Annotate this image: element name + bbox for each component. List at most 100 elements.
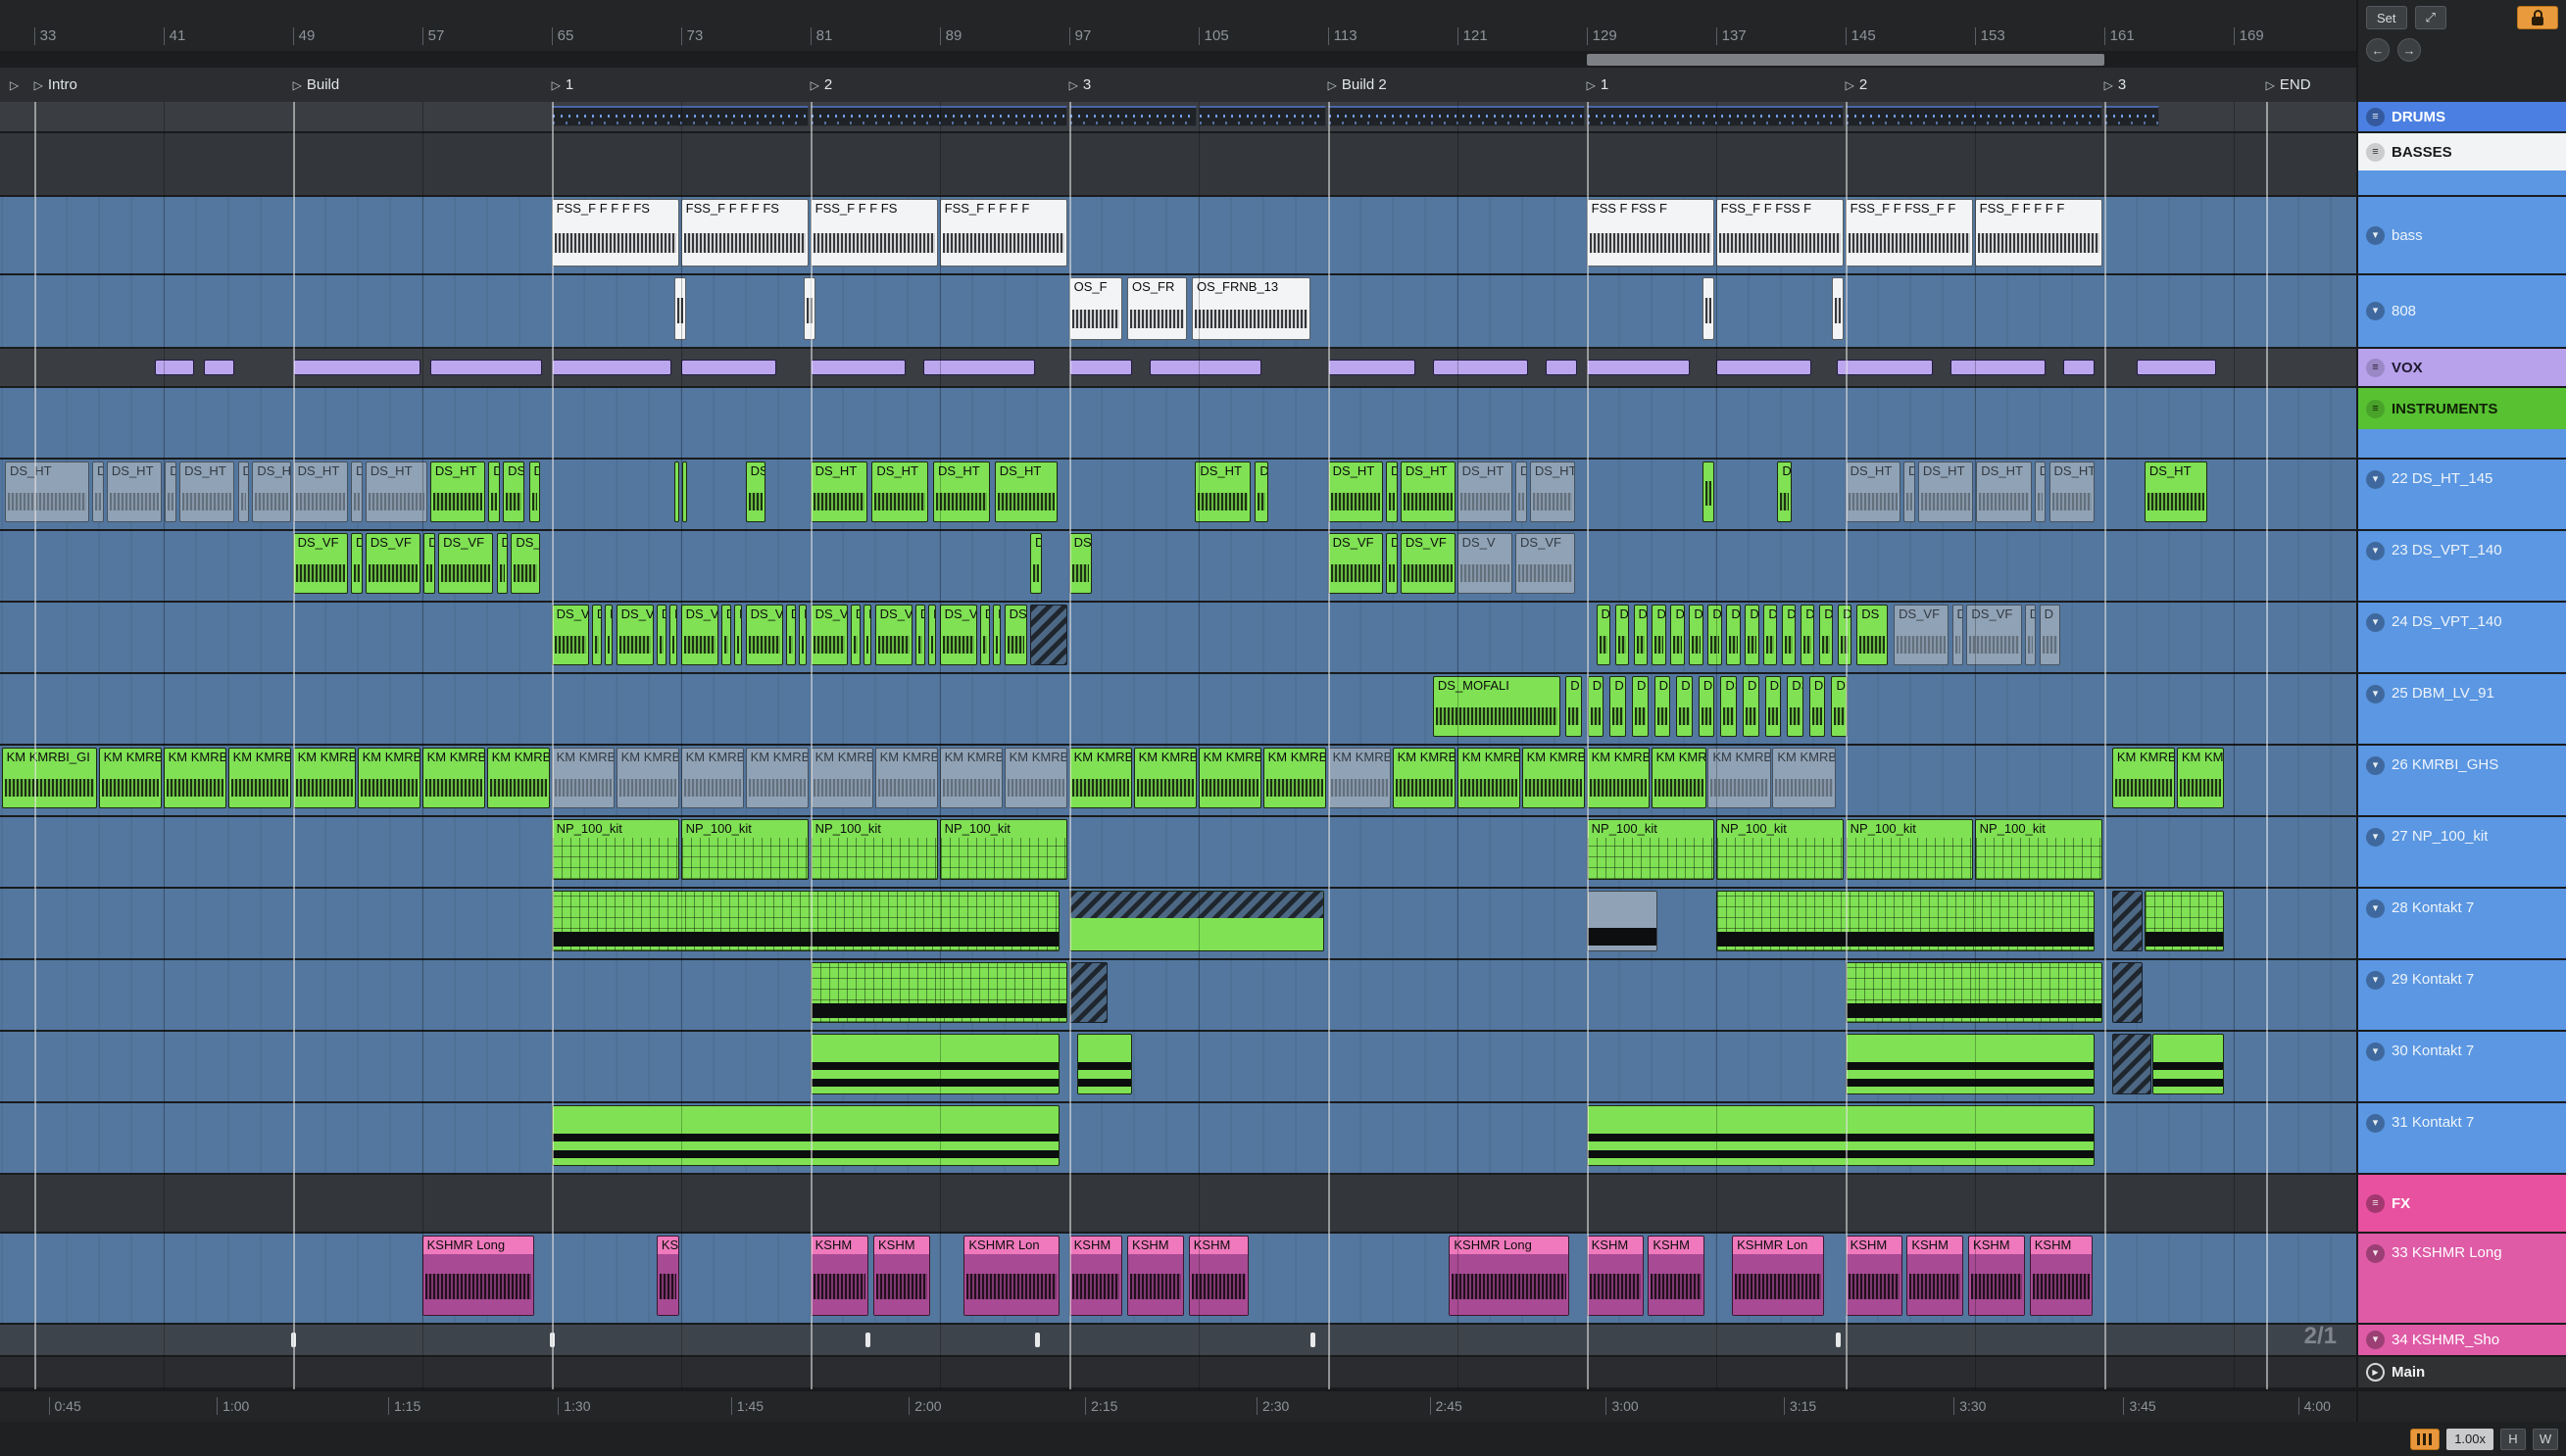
track-header-basses[interactable]: ≡ BASSES (2358, 133, 2566, 170)
track-header-28-kontakt-7[interactable]: ▾ 28 Kontakt 7 (2358, 889, 2566, 958)
clip[interactable]: DS (351, 533, 363, 594)
clip[interactable]: DS (237, 461, 250, 522)
clip[interactable] (1076, 1034, 1133, 1094)
clip[interactable] (1198, 106, 1327, 126)
clip[interactable]: DS_V (1456, 533, 1512, 594)
track-lane-bass[interactable]: FSS_F F F F FS FSS_F F F F FS FSS_F F F FS… (0, 197, 2356, 273)
track-lane-26-kmrbi-ghs[interactable]: KM KMRBI_GI KM KMRBI_GI KM KMRBI_GI KM KMRB… (0, 746, 2356, 815)
clip[interactable]: DS (1587, 676, 1604, 737)
clip[interactable]: DS (656, 605, 666, 665)
clip[interactable]: DS_VF (680, 605, 718, 665)
clip[interactable] (674, 461, 680, 522)
clip[interactable] (2144, 891, 2224, 951)
clip[interactable]: DS_HT (1400, 461, 1456, 522)
clip[interactable]: KM KMRBI_GI (1327, 748, 1392, 808)
fold-icon[interactable]: ▾ (2366, 899, 2385, 918)
clip[interactable]: D (1819, 605, 1834, 665)
clip[interactable]: D (1838, 605, 1852, 665)
clip[interactable]: DS (979, 605, 990, 665)
lock-button[interactable] (2517, 6, 2558, 29)
track-header-fx[interactable]: ≡ FX (2358, 1175, 2566, 1232)
track-header-instruments[interactable]: ≡ INSTRUMENTS (2358, 388, 2566, 429)
clip[interactable] (2111, 962, 2144, 1023)
clip[interactable]: DS_HT (1845, 461, 1900, 522)
clip[interactable]: KM KMRBI_GI (292, 748, 357, 808)
track-lane-drums[interactable] (0, 102, 2356, 131)
clip[interactable]: DS (1653, 676, 1671, 737)
clip[interactable]: D (1743, 676, 1759, 737)
clip[interactable] (923, 359, 1036, 376)
track-lane-29-kontakt-7[interactable] (0, 960, 2356, 1030)
track-lane-33-kshmr-long[interactable]: KSHMR Long KS KSHM KSHM KSHMR Lon KSHM KSHM KSH… (0, 1234, 2356, 1323)
clip[interactable]: D (1565, 676, 1582, 737)
clip[interactable]: NP_100_kit (1586, 819, 1715, 880)
clip[interactable] (1327, 106, 1586, 126)
clip[interactable]: DS_VF (438, 533, 494, 594)
clip[interactable]: KM KMRBI_GI (1707, 748, 1771, 808)
track-header-main[interactable]: ▶ Main (2358, 1357, 2566, 1387)
locator-1[interactable]: ▷ 1 (1587, 68, 1609, 102)
clip[interactable] (1586, 106, 1845, 126)
locator-intro[interactable]: ▷ Intro (34, 68, 77, 102)
clip[interactable]: KSHM (1586, 1236, 1644, 1316)
track-header-22-ds-ht-145[interactable]: ▾ 22 DS_HT_145 (2358, 460, 2566, 529)
clip[interactable]: KM KMRBI_GI (1004, 748, 1068, 808)
clip[interactable] (682, 461, 688, 522)
clip[interactable]: KSHM (1188, 1236, 1249, 1316)
clip[interactable] (551, 106, 810, 126)
clip[interactable]: KSHM (1968, 1236, 2025, 1316)
clip[interactable]: DS_HT (994, 461, 1059, 522)
clip[interactable] (1030, 605, 1068, 665)
track-header-808[interactable]: ▾ 808 (2358, 275, 2566, 347)
clip[interactable]: DS (503, 461, 524, 522)
track-header-31-kontakt-7[interactable]: ▾ 31 Kontakt 7 (2358, 1103, 2566, 1173)
clip[interactable] (1832, 277, 1845, 340)
locator-end[interactable]: ▷ END (2266, 68, 2311, 102)
clip[interactable]: KSHM (1648, 1236, 1705, 1316)
clip[interactable]: D (1831, 676, 1849, 737)
clip[interactable]: DS (720, 605, 731, 665)
clip[interactable] (810, 962, 1068, 1023)
clip[interactable]: DS (1903, 461, 1915, 522)
clip[interactable]: D (993, 605, 1002, 665)
clip[interactable] (429, 359, 542, 376)
clip[interactable]: D (669, 605, 678, 665)
clip[interactable]: FSS_F F F F F (1974, 199, 2103, 267)
clip[interactable] (1702, 461, 1715, 522)
clip[interactable]: DS (2034, 461, 2047, 522)
clip[interactable]: DS (1386, 533, 1398, 594)
clip[interactable]: KM KMRBI_GI (1, 748, 98, 808)
clip[interactable] (551, 1105, 1060, 1166)
clip[interactable]: D (734, 605, 743, 665)
clip[interactable]: D (1808, 676, 1826, 737)
clip[interactable]: DS_HT (106, 461, 163, 522)
set-button[interactable]: Set (2366, 6, 2407, 29)
clip[interactable] (1068, 891, 1325, 951)
clip[interactable]: NP_100_kit (1845, 819, 1974, 880)
clip[interactable] (1845, 1034, 2095, 1094)
clip[interactable] (291, 1332, 297, 1348)
clip[interactable]: DS_VF (365, 533, 421, 594)
clip[interactable] (1035, 1332, 1041, 1348)
clip[interactable]: DS (745, 461, 765, 522)
clip[interactable] (680, 359, 777, 376)
track-lane-31-kontakt-7[interactable] (0, 1103, 2356, 1173)
clip[interactable] (550, 1332, 556, 1348)
forward-button[interactable]: → (2397, 38, 2421, 62)
clip[interactable]: DS (528, 461, 541, 522)
clip[interactable]: KM KMRBI_GI (1586, 748, 1651, 808)
clip[interactable]: DS_MOFALI (1432, 676, 1561, 737)
clip[interactable]: KM KMRBI_G (2111, 748, 2176, 808)
fold-icon[interactable]: ▾ (2366, 1114, 2385, 1133)
track-header-bass[interactable]: ▾ bass (2358, 197, 2566, 273)
clip[interactable] (810, 106, 1068, 126)
clip[interactable]: DS_HT (4, 461, 89, 522)
expand-arrows-icon[interactable]: ⤢ (2414, 6, 2446, 29)
clip[interactable]: D (1689, 605, 1703, 665)
track-lane-808[interactable]: OS_F OS_FR OS_FRNB_13 (0, 275, 2356, 347)
clip[interactable]: DS (1856, 605, 1888, 665)
clip[interactable] (1837, 359, 1933, 376)
height-zoom-button[interactable]: H (2500, 1428, 2526, 1450)
clip[interactable]: KSHM (1845, 1236, 1902, 1316)
locator-3[interactable]: ▷ 3 (2104, 68, 2127, 102)
